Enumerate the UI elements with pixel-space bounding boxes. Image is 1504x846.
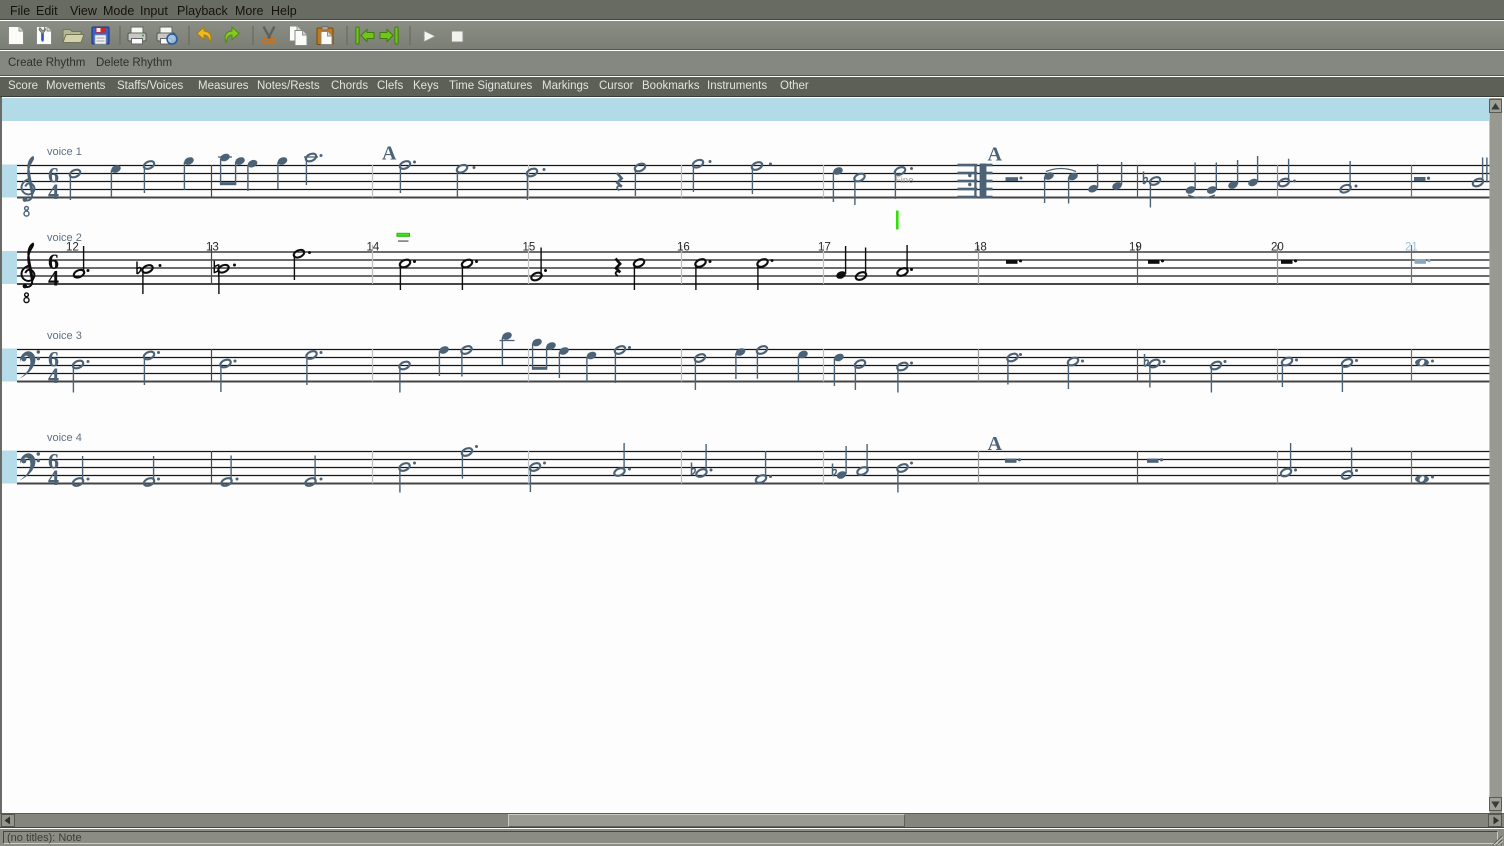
svg-text:21: 21 xyxy=(1405,242,1418,254)
svg-text:4: 4 xyxy=(48,266,59,291)
svg-text:voice 1: voice 1 xyxy=(47,146,82,158)
svg-text:20: 20 xyxy=(1271,242,1284,254)
svg-text:13: 13 xyxy=(206,242,219,254)
svg-text:15: 15 xyxy=(523,242,536,254)
svg-text:A: A xyxy=(382,143,397,165)
svg-text:19: 19 xyxy=(1129,242,1142,254)
svg-text:A: A xyxy=(988,433,1003,455)
svg-text:voice 4: voice 4 xyxy=(47,432,82,444)
svg-text:A: A xyxy=(988,144,1003,166)
svg-text:Fine: Fine xyxy=(895,175,913,186)
svg-text:4: 4 xyxy=(48,179,59,204)
svg-text:17: 17 xyxy=(818,242,831,254)
svg-text:14: 14 xyxy=(367,242,380,254)
svg-text:4: 4 xyxy=(48,363,59,388)
svg-text:12: 12 xyxy=(66,242,79,254)
svg-text:voice 3: voice 3 xyxy=(47,330,82,342)
svg-text:4: 4 xyxy=(48,465,59,490)
svg-text:16: 16 xyxy=(677,242,690,254)
svg-text:18: 18 xyxy=(974,242,987,254)
